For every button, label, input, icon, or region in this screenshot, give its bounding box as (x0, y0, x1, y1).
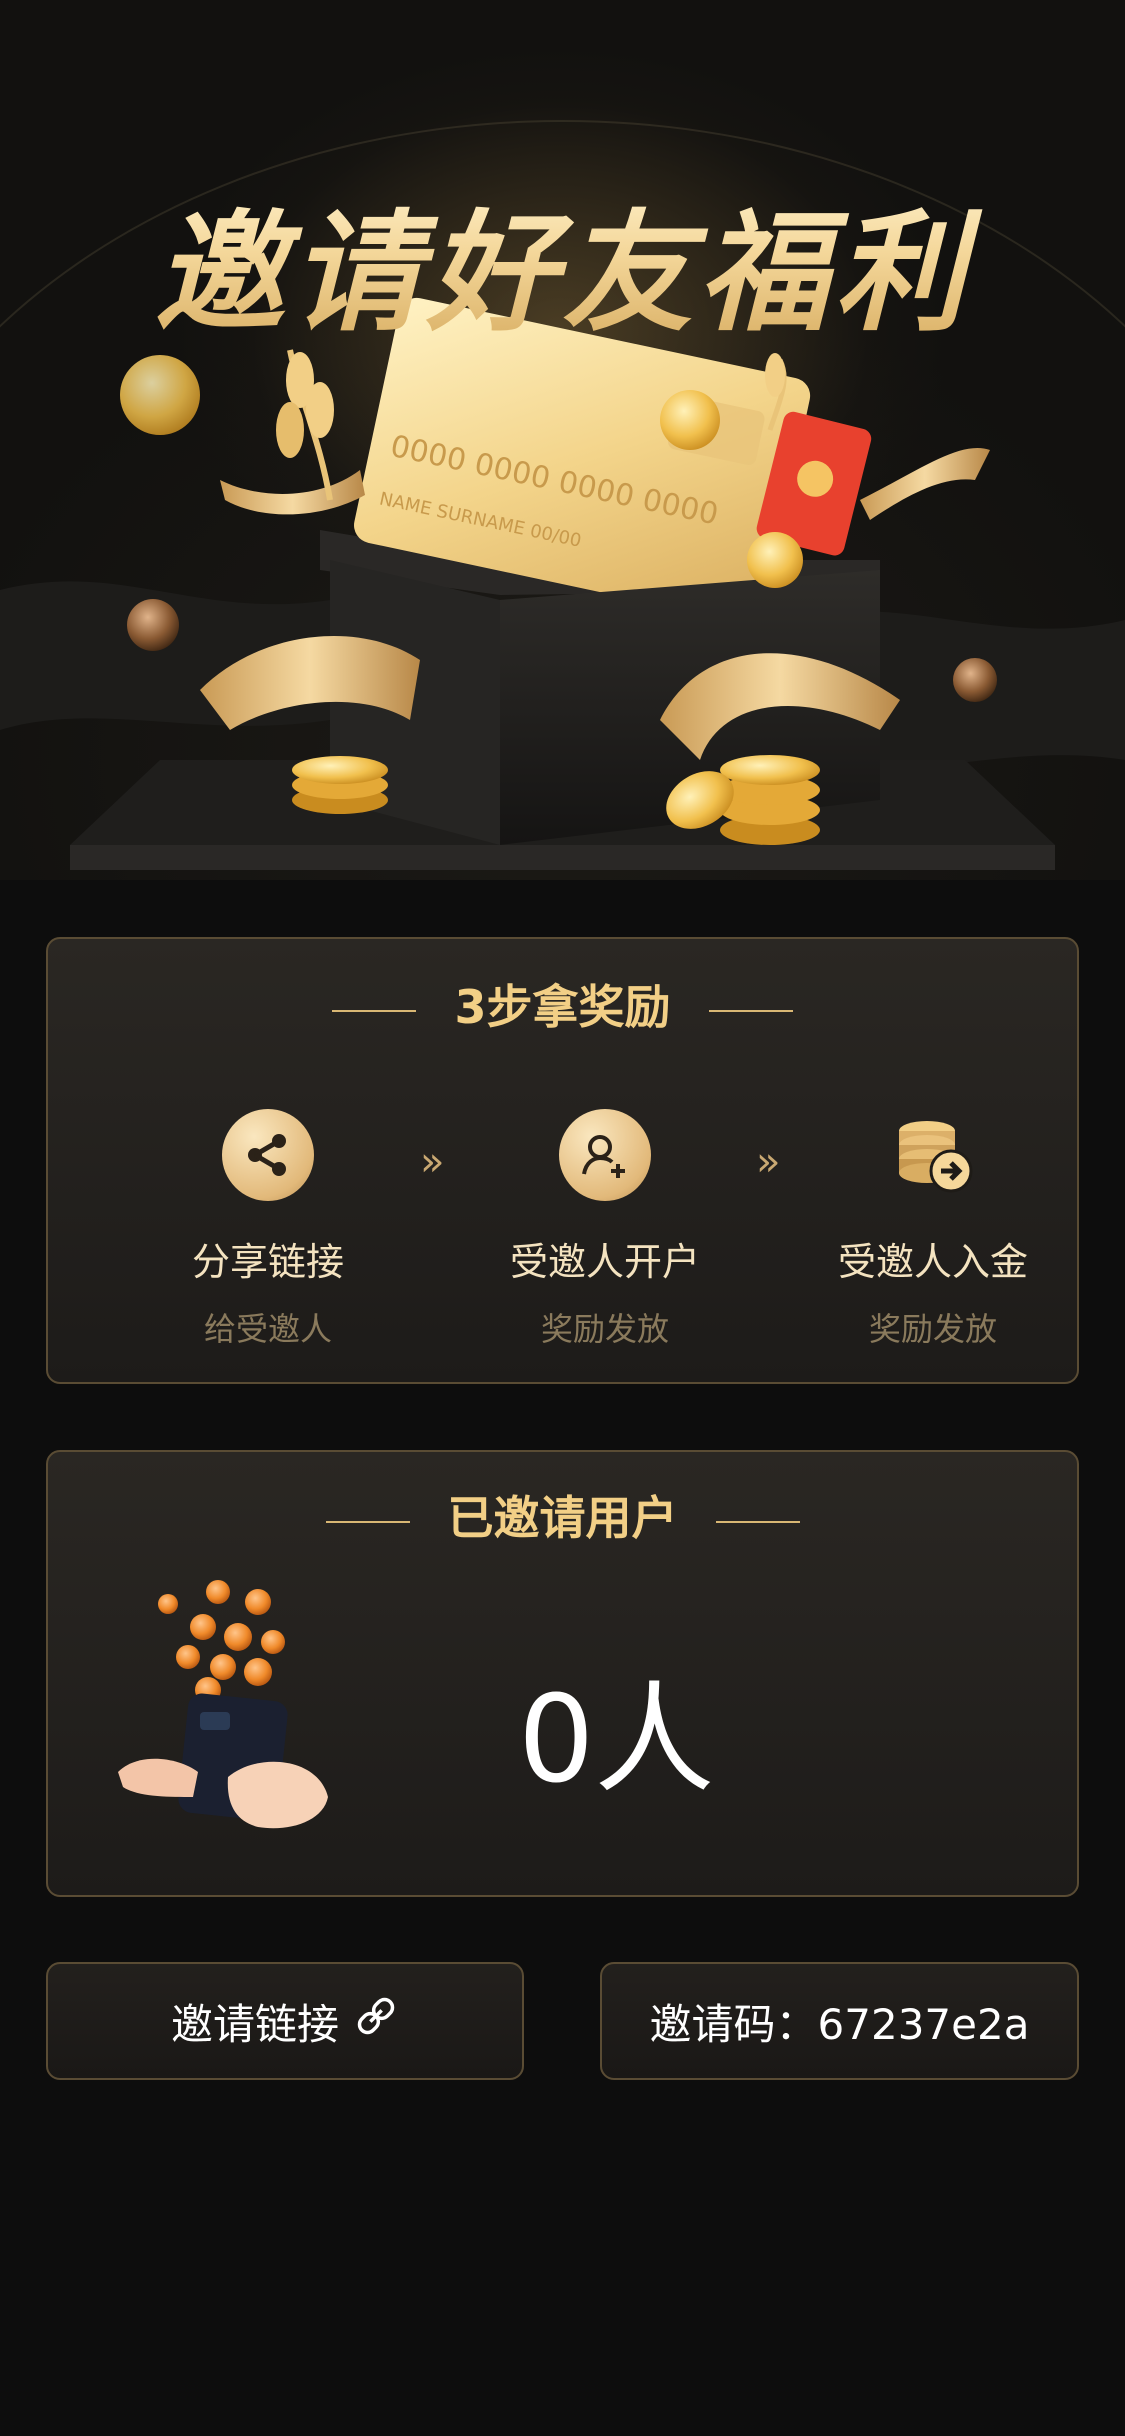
step-share-label: 分享链接 (191, 1240, 344, 1284)
link-icon (353, 1993, 399, 2049)
title-divider-left (332, 1009, 417, 1012)
coins-deposit-icon (887, 1109, 979, 1201)
step-open-account-label: 受邀人开户 (509, 1240, 700, 1284)
invite-link-label: 邀请链接 (170, 1999, 339, 2049)
step-open-account: 受邀人开户 奖励发放 (475, 1109, 735, 1350)
step-deposit-sub: 奖励发放 (868, 1310, 997, 1348)
title-divider-left (325, 1520, 410, 1523)
steps-card: 3步拿奖励 分享链接 给受邀人 » 受邀人开户 奖励发放 » 受邀人入金 奖励发… (46, 937, 1079, 1384)
hero-banner: 0000 0000 0000 0000 NAME SURNAME 00/00 邀… (0, 0, 1125, 880)
steps-card-title-row: 3步拿奖励 (48, 971, 1077, 1037)
step-deposit: 受邀人入金 奖励发放 (803, 1109, 1063, 1350)
chevron-right-icon: » (420, 1139, 445, 1185)
title-divider-right (715, 1520, 800, 1523)
invited-card-title: 已邀请用户 (447, 1491, 678, 1545)
title-divider-right (708, 1009, 793, 1012)
step-share: 分享链接 给受邀人 (138, 1109, 398, 1350)
gift-box-illustration: 0000 0000 0000 0000 NAME SURNAME 00/00 (0, 297, 1125, 870)
step-deposit-label: 受邀人入金 (837, 1240, 1028, 1284)
chevron-right-icon: » (756, 1139, 781, 1185)
page-title: 邀请好友福利 (0, 168, 1125, 356)
invite-code-label: 邀请码：67237e2a (649, 1999, 1030, 2049)
step-share-sub: 给受邀人 (203, 1310, 332, 1348)
invited-count: 0人 (518, 1671, 715, 1810)
invited-card-title-row: 已邀请用户 (48, 1482, 1077, 1548)
step-open-account-sub: 奖励发放 (540, 1310, 669, 1348)
invited-users-card: 已邀请用户 0人 (46, 1450, 1079, 1897)
invite-code-button[interactable]: 邀请码：67237e2a (600, 1962, 1079, 2080)
steps-card-title: 3步拿奖励 (454, 980, 671, 1034)
add-user-icon (559, 1109, 651, 1201)
share-icon (222, 1109, 314, 1201)
invite-link-button[interactable]: 邀请链接 (46, 1962, 524, 2080)
steps-row: 分享链接 给受邀人 » 受邀人开户 奖励发放 » 受邀人入金 奖励发放 (48, 1109, 1077, 1369)
phone-coins-illustration (118, 1580, 328, 1829)
